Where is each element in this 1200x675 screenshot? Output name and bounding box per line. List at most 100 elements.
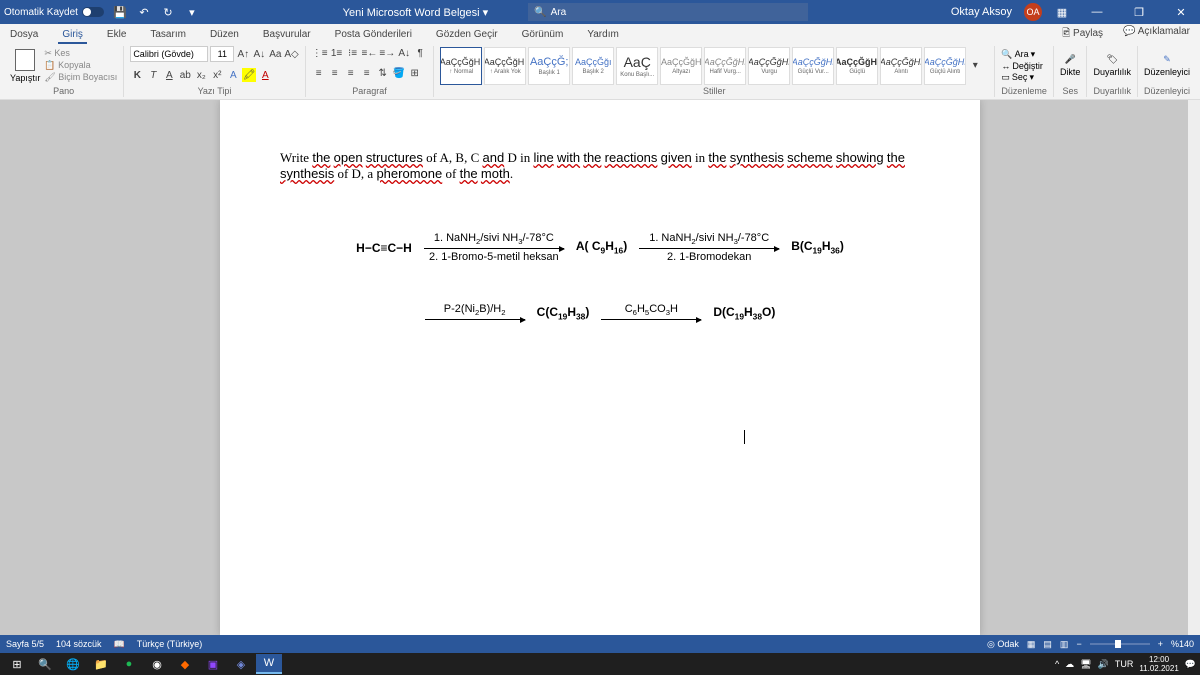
user-avatar[interactable]: OA — [1024, 3, 1042, 21]
bullets-button[interactable]: ⋮≡ — [312, 46, 328, 60]
redo-icon[interactable]: ↻ — [160, 4, 176, 20]
line-spacing-button[interactable]: ⇅ — [376, 66, 390, 80]
tray-chevron-icon[interactable]: ^ — [1055, 659, 1059, 669]
italic-button[interactable]: T — [146, 68, 160, 82]
tab-tasarim[interactable]: Tasarım — [146, 27, 190, 42]
style-strong[interactable]: AaÇçĞğHıGüçlü — [836, 47, 878, 85]
style-heading2[interactable]: AaÇçĞğıBaşlık 2 — [572, 47, 614, 85]
tab-duzen[interactable]: Düzen — [206, 27, 243, 42]
edge-icon[interactable]: 🌐 — [60, 654, 86, 674]
style-heading1[interactable]: AaÇçĞ;Başlık 1 — [528, 47, 570, 85]
tab-ekle[interactable]: Ekle — [103, 27, 130, 42]
superscript-button[interactable]: x² — [210, 68, 224, 82]
style-normal[interactable]: AaÇçĞğHı↑ Normal — [440, 47, 482, 85]
grow-font-button[interactable]: A↑ — [236, 47, 250, 61]
zoom-out-button[interactable]: − — [1076, 639, 1081, 649]
format-painter-button[interactable]: 🖌 Biçim Boyacısı — [44, 72, 117, 83]
zoom-level[interactable]: %140 — [1171, 639, 1194, 649]
steam-icon[interactable]: ◉ — [144, 654, 170, 674]
styles-more-button[interactable]: ▾ — [968, 59, 982, 73]
show-marks-button[interactable]: ¶ — [413, 46, 427, 60]
borders-button[interactable]: ⊞ — [408, 66, 422, 80]
dictate-button[interactable]: 🎤Dikte — [1060, 54, 1081, 77]
style-quote[interactable]: AaÇçĞğHıAlıntı — [880, 47, 922, 85]
styles-gallery[interactable]: AaÇçĞğHı↑ Normal AaÇçĞğHı↑ Aralık Yok Aa… — [440, 47, 982, 85]
font-size-select[interactable] — [210, 46, 234, 62]
volume-icon[interactable]: 🔊 — [1098, 659, 1109, 670]
discord-icon[interactable]: ◈ — [228, 654, 254, 674]
style-intense-emph[interactable]: AaÇçĞğHıGüçlü Vur... — [792, 47, 834, 85]
document-area[interactable]: Write the open structures of A, B, C and… — [0, 100, 1200, 635]
save-icon[interactable]: 💾 — [112, 4, 128, 20]
bold-button[interactable]: K — [130, 68, 144, 82]
multilevel-button[interactable]: ⁝≡ — [346, 46, 360, 60]
focus-mode-button[interactable]: ◎ Odak — [987, 639, 1019, 650]
onedrive-icon[interactable]: ☁ — [1065, 659, 1074, 670]
change-case-button[interactable]: Aa — [268, 47, 282, 61]
justify-button[interactable]: ≡ — [360, 66, 374, 80]
web-layout-button[interactable]: ▥ — [1060, 639, 1069, 650]
tab-yardim[interactable]: Yardım — [583, 27, 623, 42]
page-indicator[interactable]: Sayfa 5/5 — [6, 639, 44, 649]
clock[interactable]: 12:00 11.02.2021 — [1139, 655, 1178, 673]
read-mode-button[interactable]: ▤ — [1043, 639, 1052, 650]
page[interactable]: Write the open structures of A, B, C and… — [220, 100, 980, 635]
style-nospacing[interactable]: AaÇçĞğHı↑ Aralık Yok — [484, 47, 526, 85]
decrease-indent-button[interactable]: ≡← — [362, 46, 378, 60]
sensitivity-button[interactable]: 🏷Duyarlılık — [1093, 54, 1131, 77]
user-name[interactable]: Oktay Aksoy — [951, 6, 1012, 18]
copy-button[interactable]: 📋 Kopyala — [44, 60, 117, 71]
autosave-toggle[interactable]: Otomatik Kaydet — [4, 7, 104, 18]
subscript-button[interactable]: x₂ — [194, 68, 208, 82]
vertical-scrollbar[interactable] — [1188, 100, 1200, 635]
style-title[interactable]: AaÇKonu Başlı... — [616, 47, 658, 85]
language-indicator[interactable]: Türkçe (Türkiye) — [137, 639, 203, 649]
undo-icon[interactable]: ↶ — [136, 4, 152, 20]
minimize-button[interactable]: — — [1082, 6, 1112, 18]
twitch-icon[interactable]: ▣ — [200, 654, 226, 674]
font-family-select[interactable] — [130, 46, 208, 62]
maximize-button[interactable]: ❐ — [1124, 6, 1154, 19]
tab-giris[interactable]: Giriş — [58, 27, 87, 42]
font-color-button[interactable]: A — [258, 68, 272, 82]
highlight-button[interactable]: 🖍 — [242, 68, 256, 82]
qat-dropdown-icon[interactable]: ▾ — [184, 4, 200, 20]
spotify-icon[interactable]: ● — [116, 654, 142, 674]
strike-button[interactable]: ab — [178, 68, 192, 82]
tab-posta[interactable]: Posta Gönderileri — [331, 27, 416, 42]
numbering-button[interactable]: 1≡ — [330, 46, 344, 60]
shading-button[interactable]: 🪣 — [392, 66, 406, 80]
shrink-font-button[interactable]: A↓ — [252, 47, 266, 61]
paste-button[interactable]: Yapıştır — [10, 49, 40, 83]
print-layout-button[interactable]: ▦ — [1027, 639, 1036, 650]
app-icon[interactable]: ◆ — [172, 654, 198, 674]
align-left-button[interactable]: ≡ — [312, 66, 326, 80]
align-center-button[interactable]: ≡ — [328, 66, 342, 80]
ribbon-display-icon[interactable]: ▦ — [1054, 4, 1070, 20]
zoom-slider[interactable] — [1090, 643, 1150, 645]
editor-button[interactable]: ✎Düzenleyici — [1144, 54, 1190, 77]
style-intense-quote[interactable]: AaÇçĞğHıGüçlü Alıntı — [924, 47, 966, 85]
cut-button[interactable]: ✂ Kes — [44, 48, 117, 59]
explorer-icon[interactable]: 📁 — [88, 654, 114, 674]
clear-format-button[interactable]: A◇ — [284, 47, 298, 61]
tab-gorunum[interactable]: Görünüm — [518, 27, 568, 42]
comments-button[interactable]: 💬 Açıklamalar — [1119, 24, 1194, 45]
close-button[interactable]: ✕ — [1166, 6, 1196, 19]
share-button[interactable]: 🖻 Paylaş — [1058, 24, 1107, 45]
notification-icon[interactable]: 💬 — [1185, 659, 1196, 670]
underline-button[interactable]: A — [162, 68, 176, 82]
increase-indent-button[interactable]: ≡→ — [379, 46, 395, 60]
find-button[interactable]: 🔍 Ara ▾ — [1001, 49, 1043, 60]
language-tray[interactable]: TUR — [1115, 659, 1134, 669]
tab-dosya[interactable]: Dosya — [6, 27, 42, 42]
replace-button[interactable]: ↔ Değiştir — [1001, 61, 1043, 71]
tab-gozden[interactable]: Gözden Geçir — [432, 27, 502, 42]
search-input[interactable]: 🔍 Ara — [528, 3, 808, 21]
word-icon[interactable]: W — [256, 654, 282, 674]
word-count[interactable]: 104 sözcük — [56, 639, 102, 649]
sort-button[interactable]: A↓ — [397, 46, 411, 60]
zoom-in-button[interactable]: + — [1158, 639, 1163, 649]
tab-basvurular[interactable]: Başvurular — [259, 27, 315, 42]
style-emphasis[interactable]: AaÇçĞğHıVurgu — [748, 47, 790, 85]
